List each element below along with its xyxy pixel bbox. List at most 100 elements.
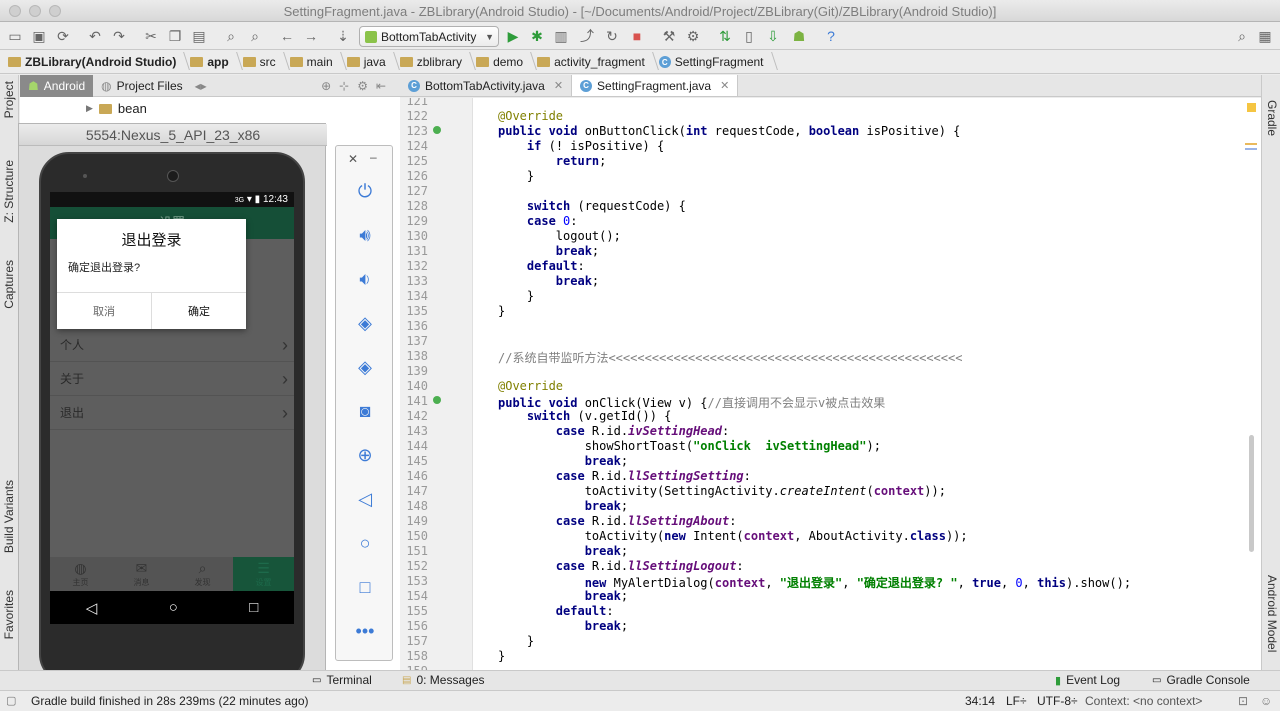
override-marker-icon[interactable] bbox=[433, 126, 441, 134]
project-structure-icon[interactable]: ⚒ bbox=[660, 27, 678, 45]
tool-window-toggle-icon[interactable]: ▢ bbox=[6, 694, 16, 707]
tab-discover[interactable]: ⌕ 发现 bbox=[172, 557, 233, 591]
tool-tab-captures[interactable]: Captures bbox=[2, 260, 16, 309]
recents-square-icon[interactable]: □ bbox=[249, 599, 258, 616]
help-icon[interactable]: ? bbox=[822, 27, 840, 45]
close-tab-icon[interactable]: ✕ bbox=[720, 79, 729, 92]
breadcrumb-item[interactable]: demo bbox=[476, 55, 537, 69]
sync-icon[interactable]: ⟳ bbox=[54, 27, 72, 45]
tab-settingfragment[interactable]: C SettingFragment.java ✕ bbox=[572, 75, 739, 96]
more-icon[interactable]: ••• bbox=[352, 618, 378, 644]
power-icon[interactable]: ⏻ bbox=[352, 178, 378, 204]
code-line: case R.id.ivSettingHead: bbox=[555, 424, 730, 438]
save-icon[interactable]: ▣ bbox=[30, 27, 48, 45]
cancel-button[interactable]: 取消 bbox=[57, 293, 152, 329]
code-line: public void onButtonClick(int requestCod… bbox=[498, 124, 961, 138]
back-icon[interactable]: ◁ bbox=[352, 486, 378, 512]
file-encoding[interactable]: UTF-8÷ bbox=[1037, 694, 1078, 708]
sdk-manager-icon[interactable]: ⇩ bbox=[764, 27, 782, 45]
tool-tab-android-model[interactable]: Android Model bbox=[1265, 575, 1279, 652]
tab-arrows-icon[interactable]: ◂▸ bbox=[195, 79, 207, 93]
override-marker-icon[interactable] bbox=[433, 396, 441, 404]
inspector-icon[interactable]: ☺ bbox=[1260, 694, 1272, 708]
tab-bottomtabactivity[interactable]: C BottomTabActivity.java ✕ bbox=[400, 75, 573, 96]
tool-tab-project[interactable]: Project bbox=[2, 81, 16, 118]
volume-up-icon[interactable]: 🔊︎ bbox=[352, 222, 378, 248]
close-tab-icon[interactable]: ✕ bbox=[554, 79, 563, 92]
tool-tab-build-variants[interactable]: Build Variants bbox=[2, 480, 16, 553]
breadcrumb-item[interactable]: ZBLibrary(Android Studio) bbox=[8, 55, 190, 69]
tab-home[interactable]: ◍ 主页 bbox=[50, 557, 111, 591]
overview-icon[interactable]: □ bbox=[352, 574, 378, 600]
settings-row-profile[interactable]: 个人 › bbox=[50, 328, 294, 362]
breadcrumb-item[interactable]: java bbox=[346, 55, 400, 69]
gradle-console-button[interactable]: ▭ Gradle Console bbox=[1152, 673, 1250, 687]
back-icon[interactable]: ← bbox=[278, 27, 296, 45]
apply-changes-icon[interactable]: ↻ bbox=[603, 27, 621, 45]
rotate-right-icon[interactable]: ◈ bbox=[352, 354, 378, 380]
undo-icon[interactable]: ↶ bbox=[86, 27, 104, 45]
code-editor[interactable]: 121 122 123 124 125 126 127 128 129 130 131 132 133 1… bbox=[400, 98, 1261, 670]
settings-row-about[interactable]: 关于 › bbox=[50, 362, 294, 396]
tab-settings[interactable]: ☰ 设置 bbox=[233, 557, 294, 591]
avd-manager-icon[interactable]: ▯ bbox=[740, 27, 758, 45]
panel-actions-icon[interactable]: ⊕⊹⚙⇤ bbox=[321, 79, 400, 93]
volume-down-icon[interactable]: 🔉︎ bbox=[352, 266, 378, 292]
close-icon[interactable]: ✕ bbox=[348, 152, 358, 166]
zoom-icon[interactable]: ⊕ bbox=[352, 442, 378, 468]
redo-icon[interactable]: ↷ bbox=[110, 27, 128, 45]
confirm-button[interactable]: 确定 bbox=[152, 293, 246, 329]
breadcrumb-item[interactable]: C SettingFragment bbox=[658, 55, 778, 69]
tab-android[interactable]: ☗ Android bbox=[20, 74, 94, 97]
rotate-left-icon[interactable]: ◈ bbox=[352, 310, 378, 336]
attach-debugger-icon[interactable]: ⤴ bbox=[578, 27, 596, 45]
breadcrumb-item[interactable]: src bbox=[242, 55, 290, 69]
run-config-select[interactable]: BottomTabActivity ▼ bbox=[359, 26, 499, 47]
open-folder-icon[interactable]: ▭ bbox=[6, 27, 24, 45]
tab-project-files[interactable]: ◍ Project Files bbox=[93, 75, 191, 97]
breadcrumb-item[interactable]: main bbox=[289, 55, 347, 69]
analysis-status-icon[interactable] bbox=[1247, 103, 1256, 112]
caret-position[interactable]: 34:14 bbox=[965, 694, 995, 708]
search-everywhere-icon[interactable]: ⌕ bbox=[1233, 27, 1251, 45]
find-icon[interactable]: ⌕ bbox=[222, 27, 240, 45]
line-number: 156 bbox=[406, 619, 428, 633]
tool-tab-favorites[interactable]: Favorites bbox=[2, 590, 16, 639]
settings-row-logout[interactable]: 退出 › bbox=[50, 396, 294, 430]
coverage-icon[interactable]: ▥ bbox=[552, 27, 570, 45]
copy-icon[interactable]: ❐ bbox=[166, 27, 184, 45]
paste-icon[interactable]: ▤ bbox=[190, 27, 208, 45]
home-circle-icon[interactable]: ○ bbox=[169, 599, 178, 616]
tool-tab-structure[interactable]: Z: Structure bbox=[2, 160, 16, 223]
breadcrumb-item[interactable]: app bbox=[190, 55, 242, 69]
error-stripe-mark[interactable] bbox=[1245, 148, 1257, 150]
make-project-icon[interactable]: ⇣ bbox=[334, 27, 352, 45]
android-device-monitor-icon[interactable]: ☗ bbox=[790, 27, 808, 45]
camera-screenshot-icon[interactable]: ◙ bbox=[352, 398, 378, 424]
debug-icon[interactable]: ✱ bbox=[528, 27, 546, 45]
back-triangle-icon[interactable]: ◁ bbox=[86, 599, 98, 617]
breadcrumb-item[interactable]: activity_fragment bbox=[537, 55, 659, 69]
breadcrumb-item[interactable]: zblibrary bbox=[399, 55, 476, 69]
terminal-button[interactable]: ▭ Terminal bbox=[312, 673, 372, 687]
gradle-sync-icon[interactable]: ⇅ bbox=[716, 27, 734, 45]
run-icon[interactable]: ▶ bbox=[504, 27, 522, 45]
tree-item[interactable]: ▶ bean bbox=[86, 101, 147, 116]
event-log-button[interactable]: ▮ Event Log bbox=[1055, 673, 1120, 687]
forward-icon[interactable]: → bbox=[302, 27, 320, 45]
code-line: toActivity(new Intent(context, AboutActi… bbox=[498, 529, 968, 543]
line-separator[interactable]: LF÷ bbox=[1006, 694, 1027, 708]
messages-button[interactable]: ▤ 0: Messages bbox=[402, 673, 485, 687]
settings-icon[interactable]: ⚙ bbox=[684, 27, 702, 45]
cut-icon[interactable]: ✂ bbox=[142, 27, 160, 45]
layout-icon[interactable]: ▦ bbox=[1256, 27, 1274, 45]
lock-icon[interactable]: ⊡ bbox=[1238, 694, 1248, 708]
tab-messages[interactable]: ✉ 消息 bbox=[111, 557, 172, 591]
tool-tab-gradle[interactable]: Gradle bbox=[1265, 100, 1279, 136]
replace-icon[interactable]: ⌕ bbox=[246, 27, 264, 45]
editor-scrollbar[interactable] bbox=[1249, 435, 1254, 552]
stop-icon[interactable]: ■ bbox=[628, 27, 646, 45]
error-stripe-mark[interactable] bbox=[1245, 143, 1257, 145]
minimize-icon[interactable]: – bbox=[370, 150, 377, 164]
home-icon[interactable]: ○ bbox=[352, 530, 378, 556]
